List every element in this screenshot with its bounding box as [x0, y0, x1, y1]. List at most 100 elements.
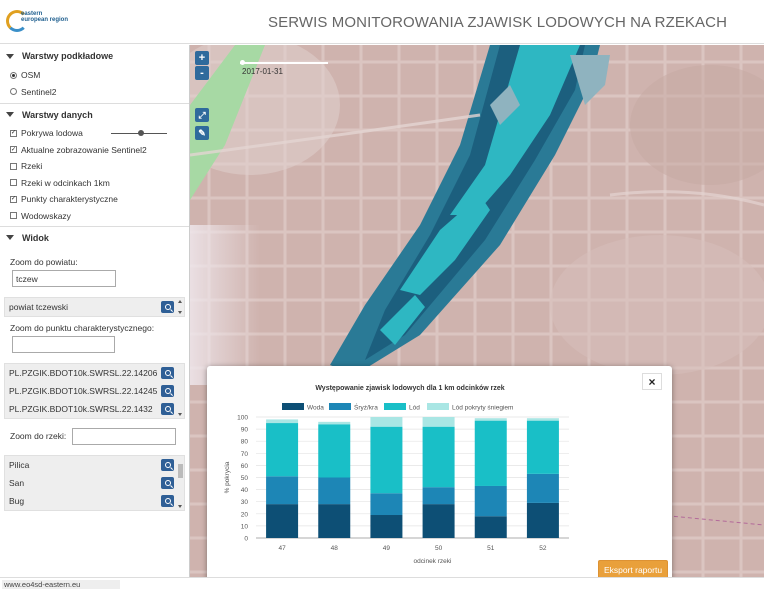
y-tick-label: 80 — [241, 439, 249, 446]
opacity-slider[interactable] — [110, 129, 167, 137]
list-item[interactable]: PL.PZGIK.BDOT10k.SWRSL.22.1432 — [5, 400, 184, 418]
bar-segment — [318, 477, 351, 505]
list-item[interactable]: Bug — [5, 492, 184, 510]
close-button[interactable]: × — [642, 373, 662, 390]
checkbox[interactable] — [10, 179, 17, 187]
zoom-in-button[interactable]: + — [195, 51, 209, 65]
y-tick-label: 60 — [241, 463, 249, 470]
legend-swatch — [427, 403, 449, 410]
section-base-layers[interactable]: Warstwy podkładowe — [0, 45, 189, 67]
list-item-label: Pilica — [9, 460, 30, 470]
search-icon — [164, 462, 171, 468]
county-results-list: powiat tczewski — [4, 297, 185, 317]
list-item[interactable]: powiat tczewski — [5, 298, 184, 316]
y-tick-label: 20 — [241, 511, 249, 518]
layer-rivers-1km[interactable]: Rzeki w odcinkach 1km — [0, 175, 189, 192]
time-slider[interactable] — [240, 60, 328, 65]
layer-ice-cover[interactable]: ✓ Pokrywa lodowa — [0, 125, 189, 142]
bar-segment — [318, 504, 351, 538]
caret-down-icon — [6, 112, 14, 117]
layer-rivers[interactable]: Rzeki — [0, 158, 189, 175]
layer-label: Aktualne zobrazowanie Sentinel2 — [21, 144, 147, 155]
checkbox[interactable]: ✓ — [10, 129, 17, 137]
zoom-to-button[interactable] — [161, 367, 174, 379]
list-item[interactable]: San — [5, 474, 184, 492]
x-axis-label: odcinek rzeki — [414, 558, 452, 565]
zoom-to-button[interactable] — [161, 459, 174, 471]
base-layer-sentinel2[interactable]: Sentinel2 — [0, 84, 189, 101]
fullscreen-button[interactable]: ⤢ — [195, 108, 209, 122]
time-slider-handle[interactable] — [240, 60, 245, 65]
y-tick-label: 70 — [241, 451, 249, 458]
zoom-to-button[interactable] — [161, 385, 174, 397]
checkbox[interactable] — [10, 162, 17, 170]
bar-segment — [474, 418, 507, 421]
bar-segment — [526, 473, 559, 503]
time-label: 2017-01-31 — [242, 67, 283, 76]
scrollbar[interactable] — [177, 456, 183, 510]
layer-characteristic-points[interactable]: ✓ Punkty charakterystyczne — [0, 191, 189, 208]
scroll-down-icon[interactable] — [178, 311, 182, 314]
scrollbar[interactable] — [177, 364, 183, 418]
river-zoom-label: Zoom do rzeki: — [10, 431, 67, 441]
bar-segment — [422, 417, 455, 427]
radio-button[interactable] — [10, 71, 17, 79]
list-item[interactable]: Pilica — [5, 456, 184, 474]
list-item-label: San — [9, 478, 25, 488]
zoom-to-button[interactable] — [161, 403, 174, 415]
bar-segment — [526, 502, 559, 538]
scroll-up-icon[interactable] — [178, 300, 182, 303]
app-header: eastern european region SERWIS MONITOROW… — [0, 0, 764, 44]
ice-chart: Występowanie zjawisk lodowych dla 1 km o… — [224, 385, 569, 565]
zoom-to-button[interactable] — [161, 301, 174, 313]
point-search-input[interactable] — [12, 336, 115, 353]
slider-handle[interactable] — [137, 129, 144, 136]
layer-label: Punkty charakterystyczne — [21, 194, 118, 205]
list-item[interactable]: PL.PZGIK.BDOT10k.SWRSL.22.14206 — [5, 364, 184, 382]
list-item[interactable]: PL.PZGIK.BDOT10k.SWRSL.22.14245 — [5, 382, 184, 400]
legend-swatch — [282, 403, 304, 410]
base-layer-osm[interactable]: OSM — [0, 67, 189, 84]
x-tick-label: 51 — [487, 545, 495, 552]
edit-button[interactable]: ✎ — [195, 126, 209, 140]
layer-label: Pokrywa lodowa — [21, 128, 83, 139]
caret-down-icon — [6, 235, 14, 240]
logo: eastern european region — [6, 8, 68, 36]
bar-segment — [422, 504, 455, 538]
x-tick-label: 52 — [539, 545, 547, 552]
y-tick-label: 40 — [241, 487, 249, 494]
scrollbar[interactable] — [177, 298, 183, 316]
scroll-down-icon[interactable] — [178, 505, 182, 508]
checkbox[interactable]: ✓ — [10, 146, 17, 154]
scroll-down-icon[interactable] — [178, 413, 182, 416]
legend-label: Śryż/kra — [354, 403, 378, 412]
county-search-input[interactable]: tczew — [12, 270, 116, 287]
list-item-label: powiat tczewski — [9, 302, 69, 312]
caret-down-icon — [6, 53, 14, 59]
x-tick-label: 47 — [278, 545, 286, 552]
scrollbar-thumb[interactable] — [177, 464, 183, 478]
search-icon — [164, 406, 171, 412]
radio-button[interactable] — [10, 88, 17, 96]
search-icon — [164, 480, 171, 486]
layer-gauges[interactable]: Wodowskazy — [0, 208, 189, 225]
section-data-layers[interactable]: Warstwy danych — [0, 103, 189, 125]
section-title: Warstwy danych — [22, 109, 93, 120]
bar-segment — [370, 515, 403, 538]
checkbox[interactable] — [10, 212, 17, 220]
point-results-list: PL.PZGIK.BDOT10k.SWRSL.22.14206 PL.PZGIK… — [4, 363, 185, 419]
legend-label: Lód pokryty śniegiem — [452, 405, 513, 412]
section-view[interactable]: Widok — [0, 226, 189, 248]
y-tick-label: 10 — [241, 523, 249, 530]
list-item-label: PL.PZGIK.BDOT10k.SWRSL.22.14245 — [9, 386, 158, 396]
zoom-to-button[interactable] — [161, 495, 174, 507]
checkbox[interactable]: ✓ — [10, 195, 17, 203]
zoom-out-button[interactable]: - — [195, 66, 209, 80]
county-zoom-label: Zoom do powiatu: — [10, 257, 78, 267]
status-url: www.eo4sd-eastern.eu — [2, 580, 121, 589]
bar-segment — [266, 423, 299, 477]
zoom-to-button[interactable] — [161, 477, 174, 489]
layer-sentinel2-current[interactable]: ✓ Aktualne zobrazowanie Sentinel2 — [0, 142, 189, 159]
bar-segment — [526, 418, 559, 421]
river-search-input[interactable] — [72, 427, 177, 445]
